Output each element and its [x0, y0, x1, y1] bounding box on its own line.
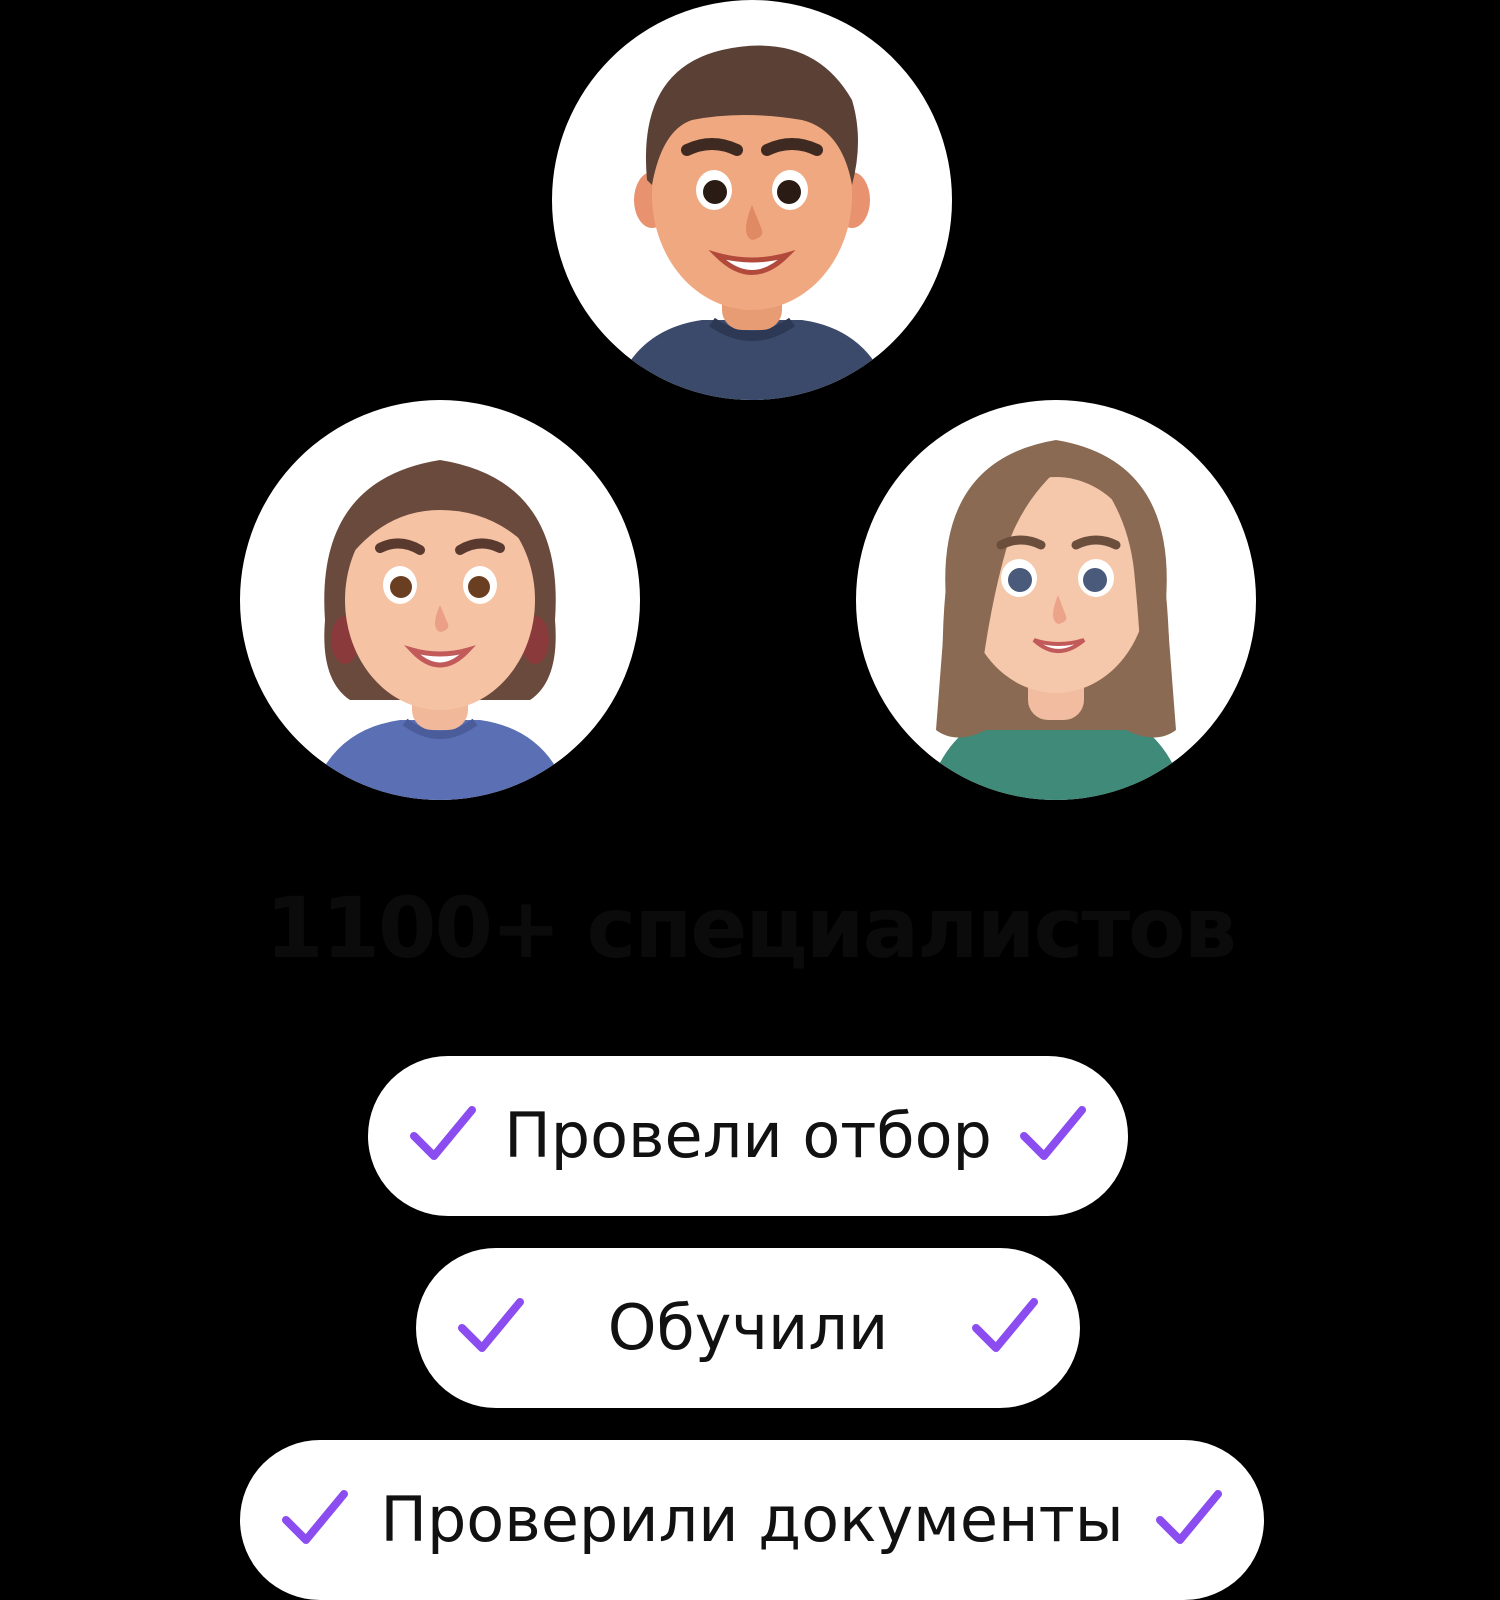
avatar-man-icon — [612, 45, 892, 400]
pill-training: Обучили — [416, 1248, 1080, 1408]
check-icon — [1154, 1488, 1224, 1548]
pill-selection: Провели отбор — [368, 1056, 1128, 1216]
specialists-count-headline: 1100+ специалистов — [265, 879, 1237, 977]
avatar-woman-long-hair — [856, 400, 1256, 800]
avatar-man — [552, 0, 952, 400]
pill-label: Проверили документы — [380, 1483, 1124, 1556]
check-icon — [408, 1104, 478, 1164]
check-icon — [1018, 1104, 1088, 1164]
check-icon — [280, 1488, 350, 1548]
avatar-woman-long-hair-icon — [926, 440, 1186, 800]
avatar-woman-short-hair — [240, 400, 640, 800]
check-icon — [456, 1296, 526, 1356]
avatar-woman-short-hair-icon — [310, 460, 570, 800]
check-icon — [970, 1296, 1040, 1356]
pill-label: Провели отбор — [504, 1099, 992, 1172]
pill-label: Обучили — [607, 1291, 889, 1364]
pill-documents: Проверили документы — [240, 1440, 1264, 1600]
